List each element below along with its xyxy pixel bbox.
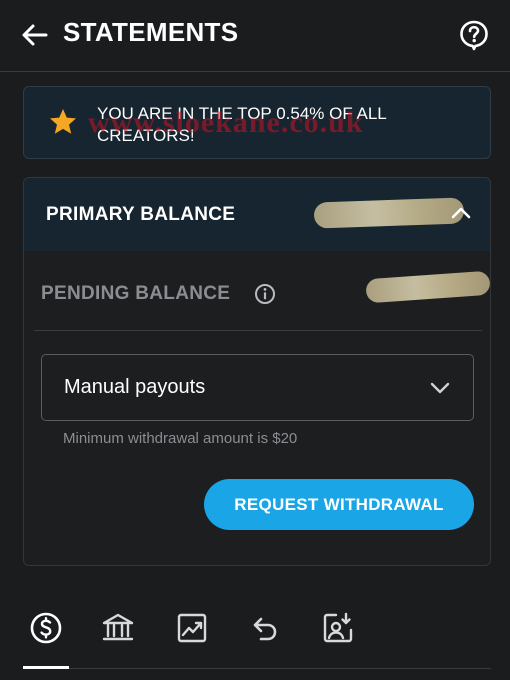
page-title: STATEMENTS (63, 17, 239, 47)
profile-download-icon[interactable] (320, 610, 356, 646)
bank-icon[interactable] (100, 610, 136, 646)
chevron-down-icon (430, 382, 450, 394)
banner-text: YOU ARE IN THE TOP 0.54% OF ALL CREATORS… (97, 104, 387, 145)
pending-balance-label: PENDING BALANCE (41, 283, 231, 304)
chevron-up-icon[interactable] (448, 200, 474, 226)
request-withdrawal-button[interactable]: REQUEST WITHDRAWAL (204, 479, 474, 530)
redacted-pending-amount (365, 270, 490, 304)
chart-up-icon[interactable] (174, 610, 210, 646)
star-icon (50, 109, 76, 134)
achievement-banner: YOU ARE IN THE TOP 0.54% OF ALL CREATORS… (23, 86, 491, 159)
balance-card: PRIMARY BALANCE PENDING BALANCE Manual p… (23, 177, 491, 566)
refund-icon[interactable] (246, 610, 282, 646)
app-header: STATEMENTS (0, 0, 510, 72)
active-tab-indicator (23, 666, 69, 669)
tab-bar (0, 600, 510, 680)
primary-balance-header[interactable]: PRIMARY BALANCE (24, 178, 490, 251)
primary-balance-label: PRIMARY BALANCE (46, 204, 236, 225)
payout-method-select[interactable]: Manual payouts (41, 354, 474, 421)
tab-baseline (23, 668, 491, 669)
divider (34, 330, 482, 331)
help-icon[interactable] (458, 19, 490, 51)
payout-method-value: Manual payouts (64, 376, 206, 398)
redacted-amount (313, 197, 465, 229)
minimum-withdrawal-note: Minimum withdrawal amount is $20 (63, 430, 298, 447)
dollar-circle-icon[interactable] (28, 610, 64, 646)
info-icon[interactable] (254, 283, 276, 305)
arrow-left-icon[interactable] (20, 20, 50, 50)
